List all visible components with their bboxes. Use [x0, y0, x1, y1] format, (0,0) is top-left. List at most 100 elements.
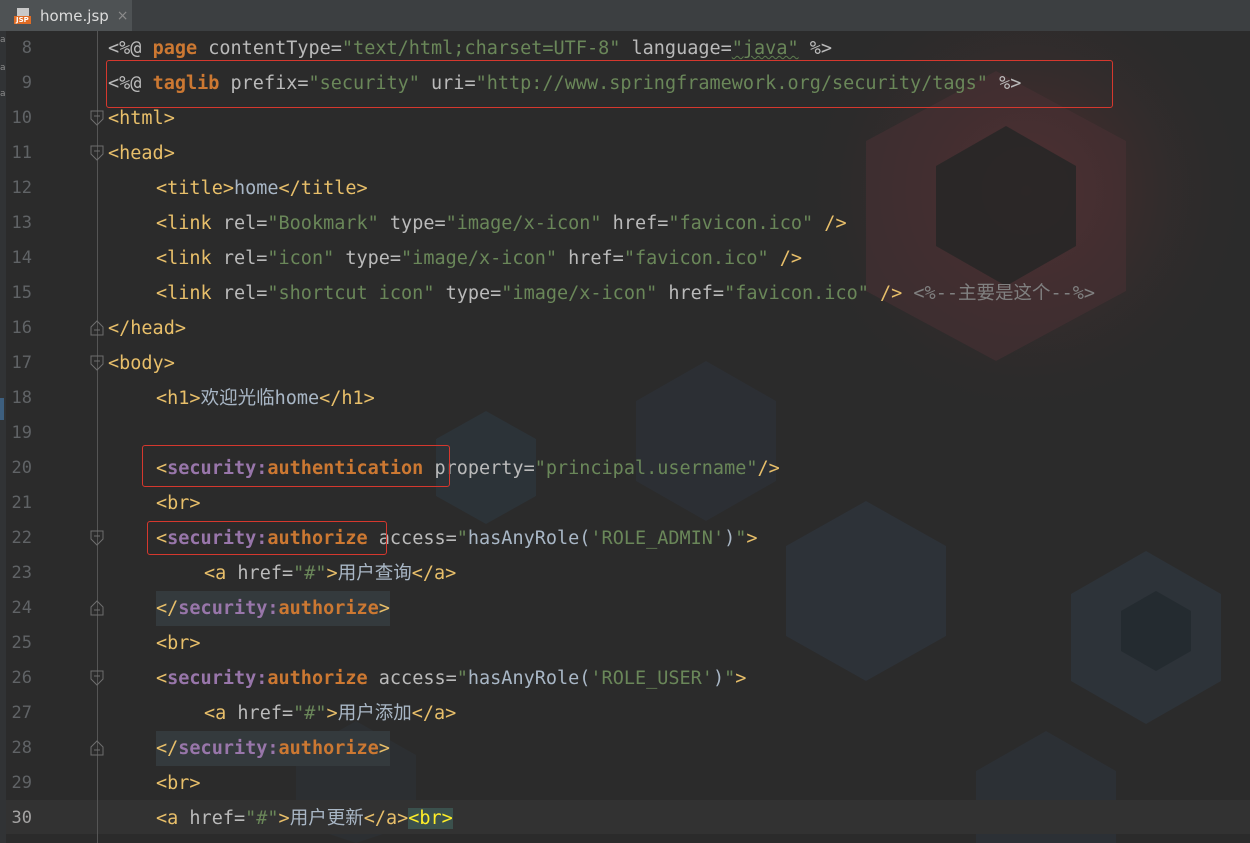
code-token: </a>	[411, 703, 457, 724]
code-token: href=	[556, 248, 624, 269]
code-line[interactable]: 28 </security:authorize>	[6, 731, 1250, 766]
line-number: 21	[11, 493, 32, 513]
line-number: 17	[11, 353, 32, 373]
code-token: security:	[178, 598, 279, 619]
line-number: 20	[11, 458, 32, 478]
code-line[interactable]: 18 <h1>欢迎光临home</h1>	[6, 381, 1250, 416]
code-token: />	[813, 213, 847, 234]
code-line[interactable]: 29 <br>	[6, 766, 1250, 801]
code-token: security:	[178, 738, 279, 759]
code-token: )	[712, 668, 725, 689]
tab-home-jsp[interactable]: JSP home.jsp ×	[0, 0, 132, 31]
fold-collapse-icon[interactable]	[90, 145, 104, 161]
code-token: 欢迎光临home	[200, 388, 320, 409]
code-line[interactable]: 15 <link rel="shortcut icon" type="image/…	[6, 276, 1250, 311]
code-line[interactable]: 25 <br>	[6, 626, 1250, 661]
code-line[interactable]: 26 <security:authorize access="hasAnyRole…	[6, 661, 1250, 696]
code-token: "image/x-icon"	[501, 283, 658, 304]
line-number: 9	[21, 73, 32, 93]
code-line[interactable]: 13 <link rel="Bookmark" type="image/x-ico…	[6, 206, 1250, 241]
code-text: <br>	[156, 626, 201, 661]
code-token: </h1>	[319, 388, 375, 409]
code-token: </title>	[278, 178, 368, 199]
code-line[interactable]: 24 </security:authorize>	[6, 591, 1250, 626]
code-text: </security:authorize>	[156, 591, 390, 626]
jsp-file-icon: JSP	[14, 7, 34, 24]
close-icon[interactable]: ×	[117, 8, 129, 24]
code-line[interactable]: 14 <link rel="icon" type="image/x-icon" h…	[6, 241, 1250, 276]
code-text: <link rel="shortcut icon" type="image/x-…	[156, 276, 1095, 311]
code-token: "	[724, 668, 736, 689]
fold-end-icon[interactable]	[90, 600, 104, 616]
code-text: <security:authorize access="hasAnyRole('…	[156, 661, 746, 696]
fold-collapse-icon[interactable]	[90, 530, 104, 546]
code-token: >	[746, 528, 758, 549]
code-token: "favicon.ico"	[668, 213, 814, 234]
code-token: "	[456, 668, 468, 689]
code-token: "image/x-icon"	[401, 248, 557, 269]
code-token: 用户添加	[337, 703, 412, 724]
fold-collapse-icon[interactable]	[90, 670, 104, 686]
line-number: 16	[11, 318, 32, 338]
code-token: type=	[334, 248, 402, 269]
fold-end-icon[interactable]	[90, 320, 104, 336]
code-token: <head>	[108, 143, 175, 164]
code-line[interactable]: 11 <head>	[6, 136, 1250, 171]
line-number: 14	[11, 248, 32, 268]
line-number: 8	[21, 38, 32, 58]
line-number: 10	[11, 108, 32, 128]
code-token: </	[156, 598, 179, 619]
code-text: <a href="#">用户查询</a>	[204, 556, 456, 591]
code-token: href=	[237, 563, 294, 584]
code-token: >	[735, 668, 747, 689]
code-text: <br>	[156, 486, 201, 521]
code-token: href=	[657, 283, 725, 304]
code-token: "favicon.ico"	[623, 248, 769, 269]
line-number: 18	[11, 388, 32, 408]
code-text: <link rel="icon" type="image/x-icon" hre…	[156, 241, 802, 276]
editor-tab-bar: JSP home.jsp ×	[0, 0, 1250, 32]
tab-label: home.jsp	[40, 6, 109, 25]
code-token: home	[233, 178, 279, 199]
code-token: <link	[156, 213, 223, 234]
code-line[interactable]: 30 <a href="#">用户更新</a><br>	[6, 801, 1250, 836]
code-line[interactable]: 23 <a href="#">用户查询</a>	[6, 556, 1250, 591]
fold-collapse-icon[interactable]	[90, 355, 104, 371]
code-token: >	[326, 563, 338, 584]
code-token: "icon"	[267, 248, 335, 269]
code-editor[interactable]: 8 <%@ page contentType="text/html;charset…	[6, 31, 1250, 843]
code-token: rel=	[222, 248, 268, 269]
code-line[interactable]: 12 <title>home</title>	[6, 171, 1250, 206]
code-token: <a	[204, 703, 238, 724]
fold-end-icon[interactable]	[90, 740, 104, 756]
code-token: 'ROLE_ADMIN'	[590, 528, 725, 549]
code-token: "#"	[293, 563, 327, 584]
code-token: security:	[167, 668, 268, 689]
edge-indicator	[0, 398, 4, 420]
code-token: 'ROLE_USER'	[590, 668, 713, 689]
code-token: <link	[156, 248, 223, 269]
code-line[interactable]: 27 <a href="#">用户添加</a>	[6, 696, 1250, 731]
code-line[interactable]: 17 <body>	[6, 346, 1250, 381]
code-token: "Bookmark"	[267, 213, 379, 234]
code-text: <a href="#">用户更新</a><br>	[156, 801, 453, 836]
code-token: "	[456, 528, 468, 549]
code-token: <link	[156, 283, 223, 304]
code-token: "#"	[245, 808, 279, 829]
code-line[interactable]: 16 </head>	[6, 311, 1250, 346]
line-number: 23	[11, 563, 32, 583]
code-token: "#"	[293, 703, 327, 724]
code-token: access=	[367, 668, 457, 689]
edge-marker: a	[0, 89, 6, 99]
code-token: href=	[601, 213, 669, 234]
line-number: 19	[11, 423, 32, 443]
fold-collapse-icon[interactable]	[90, 110, 104, 126]
code-text: <h1>欢迎光临home</h1>	[156, 381, 375, 416]
line-number: 29	[11, 773, 32, 793]
line-number: 25	[11, 633, 32, 653]
code-token: hasAnyRole(	[467, 668, 591, 689]
code-token: <body>	[108, 353, 175, 374]
code-line[interactable]: 21 <br>	[6, 486, 1250, 521]
code-text: </head>	[108, 311, 186, 346]
code-token: authorize	[278, 738, 379, 759]
